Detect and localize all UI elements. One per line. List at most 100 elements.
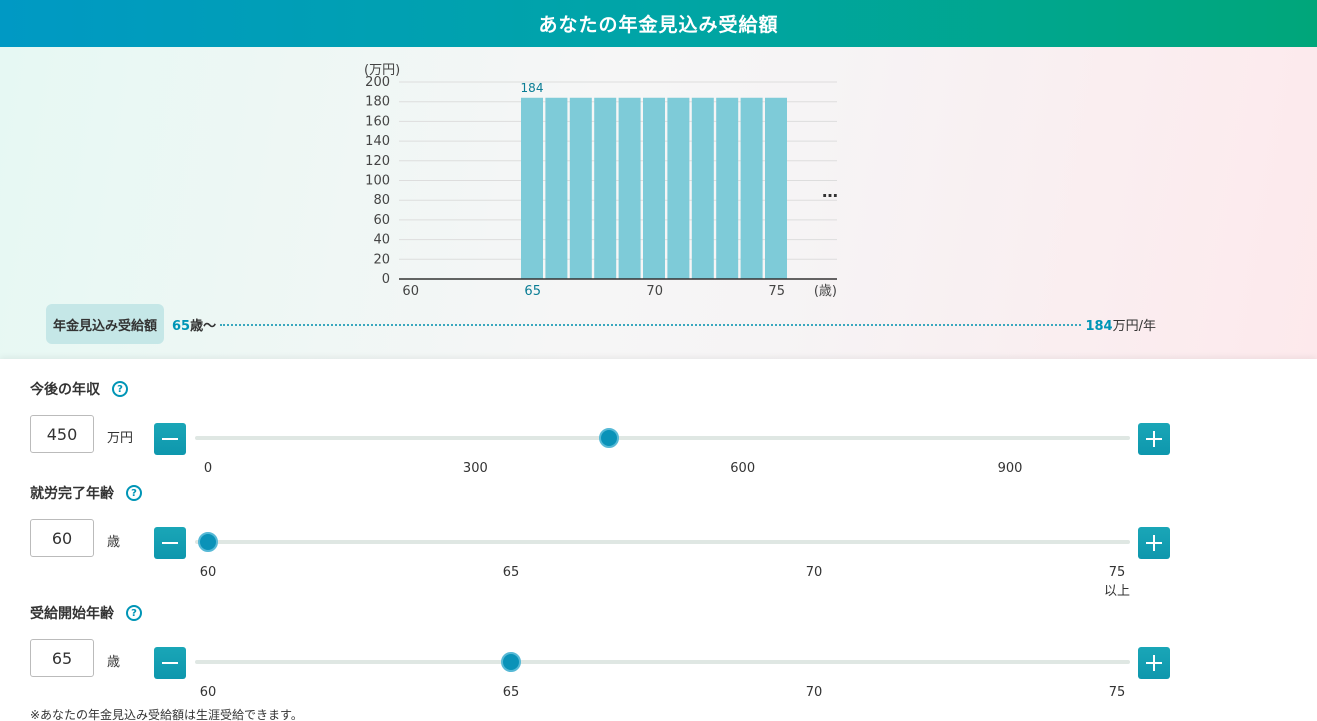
chart-bar (740, 97, 763, 279)
start-age-slider-thumb[interactable] (501, 652, 521, 672)
continuation-mark: … (822, 182, 838, 201)
income-slider-track[interactable] (195, 428, 1130, 448)
minus-icon (162, 438, 178, 440)
y-tick-label: 20 (373, 252, 390, 267)
chart-bar (545, 97, 568, 279)
chart-bar (667, 97, 690, 279)
tick-value: 70 (805, 565, 823, 580)
retire-age-help-icon[interactable]: ? (126, 485, 142, 501)
income-value-input[interactable] (30, 415, 94, 453)
slider-tick-label: 70 (806, 685, 823, 700)
y-tick-label: 80 (373, 193, 390, 208)
tick-value: 60 (199, 685, 217, 700)
chart-bar (643, 97, 665, 279)
summary-amount-unit: 万円/年 (1112, 318, 1156, 334)
retire-age-slider-thumb[interactable] (198, 532, 218, 552)
minus-icon (162, 542, 178, 544)
summary-label: 年金見込み受給額 (46, 304, 165, 344)
footnote: ※あなたの年金見込み受給額は生涯受給できます。 (30, 708, 303, 721)
income-decrement-button[interactable] (154, 423, 186, 455)
summary-age-number: 65 (172, 318, 191, 334)
tick-value: 65 (502, 565, 520, 580)
page-title: あなたの年金見込み受給額 (538, 14, 779, 36)
x-tick-label: 75 (768, 284, 785, 299)
tick-value: 600 (730, 461, 756, 476)
bar-data-label: 184 (521, 81, 544, 95)
slider-tick-label: 300 (463, 461, 488, 476)
y-tick-label: 120 (365, 154, 390, 169)
start-age-help-icon[interactable]: ? (126, 605, 142, 621)
slider-tick-label: 75 以上 (1104, 565, 1130, 599)
income-title-text: 今後の年収 (30, 382, 100, 398)
income-slider-thumb[interactable] (599, 428, 620, 448)
tick-value: 60 (199, 565, 217, 580)
y-tick-label: 100 (365, 174, 390, 189)
tick-value: 300 (462, 461, 488, 476)
y-tick-label: 40 (373, 233, 390, 248)
chart-bar (521, 97, 543, 279)
retire-age-value-input[interactable] (30, 519, 94, 557)
tick-value: 900 (997, 461, 1023, 476)
slider-tick-label: 60 (200, 565, 217, 580)
slider-tick-label: 70 (806, 565, 823, 580)
chart-bar (594, 97, 617, 279)
summary-row: 年金見込み受給額 65歳〜 184万円/年 (46, 304, 1156, 344)
slider-tick-label: 60 (200, 685, 217, 700)
income-help-icon[interactable]: ? (112, 381, 128, 397)
retire-age-slider-track[interactable] (195, 532, 1130, 552)
pension-bar-chart: 020406080100120140160180200(万円)184…60 65 7… (364, 63, 838, 299)
chart-area: 0 20 40 60 80 100 120 140 160 180 200 (万円) 184… 60 65 7… (0, 47, 1317, 359)
summary-age-suffix: 歳〜 (190, 318, 217, 334)
x-tick-label: 70 (646, 284, 663, 299)
y-tick-label: 60 (373, 213, 390, 228)
y-tick-label: 140 (365, 134, 390, 149)
retire-age-increment-button[interactable] (1138, 527, 1170, 559)
chart-bar (716, 97, 739, 279)
x-tick-label: 60 (402, 284, 419, 299)
income-increment-button[interactable] (1138, 423, 1170, 455)
summary-amount: 184万円/年 (1085, 315, 1156, 334)
slider-tick-label: 0 (204, 461, 212, 476)
plus-icon (1146, 431, 1162, 447)
y-tick-label: 0 (382, 272, 390, 287)
slider-tick-label: 75 (1109, 685, 1126, 700)
minus-icon (162, 662, 178, 664)
tick-value: 0 (203, 461, 213, 476)
retire-age-decrement-button[interactable] (154, 527, 186, 559)
start-age-title-text: 受給開始年齢 (30, 606, 114, 622)
y-tick-label: 180 (365, 95, 390, 110)
tick-value: 75 (1108, 685, 1126, 700)
start-age-unit: 歳 (107, 655, 121, 670)
x-unit-label: (歳) (814, 284, 837, 299)
slider-tick-label: 65 (503, 685, 520, 700)
tick-value: 75 (1108, 565, 1126, 580)
retire-age-unit: 歳 (107, 535, 121, 550)
start-age-value-input[interactable] (30, 639, 94, 677)
slider-tick-label: 65 (503, 565, 520, 580)
income-unit: 万円 (107, 431, 134, 446)
chart-bar (569, 97, 592, 279)
tick-value: 65 (502, 685, 520, 700)
x-tick-label: 65 (524, 284, 541, 299)
tick-value: 70 (805, 685, 823, 700)
summary-age: 65歳〜 (172, 315, 216, 334)
chart-bar (765, 97, 787, 279)
summary-dotted-leader (220, 324, 1082, 326)
retire-age-title-text: 就労完了年齢 (30, 486, 114, 502)
start-age-increment-button[interactable] (1138, 647, 1170, 679)
start-age-slider-track[interactable] (195, 652, 1130, 672)
tick-sub-label: 以上 (1103, 584, 1131, 599)
chart-bar (691, 97, 714, 279)
plus-icon (1146, 655, 1162, 671)
summary-amount-number: 184 (1085, 318, 1113, 334)
slider-tick-label: 600 (730, 461, 755, 476)
y-tick-label: 160 (365, 114, 390, 129)
y-unit-label: (万円) (364, 63, 400, 78)
controls-panel: 今後の年収 ? 万円 0 300 600 900 就労完了年齢 ? 歳 60 65 70 7… (0, 359, 1317, 721)
start-age-decrement-button[interactable] (154, 647, 186, 679)
start-age-title: 受給開始年齢 ? (30, 603, 142, 623)
slider-tick-label: 900 (998, 461, 1023, 476)
retire-age-title: 就労完了年齢 ? (30, 483, 142, 503)
plus-icon (1146, 535, 1162, 551)
income-title: 今後の年収 ? (30, 379, 128, 399)
